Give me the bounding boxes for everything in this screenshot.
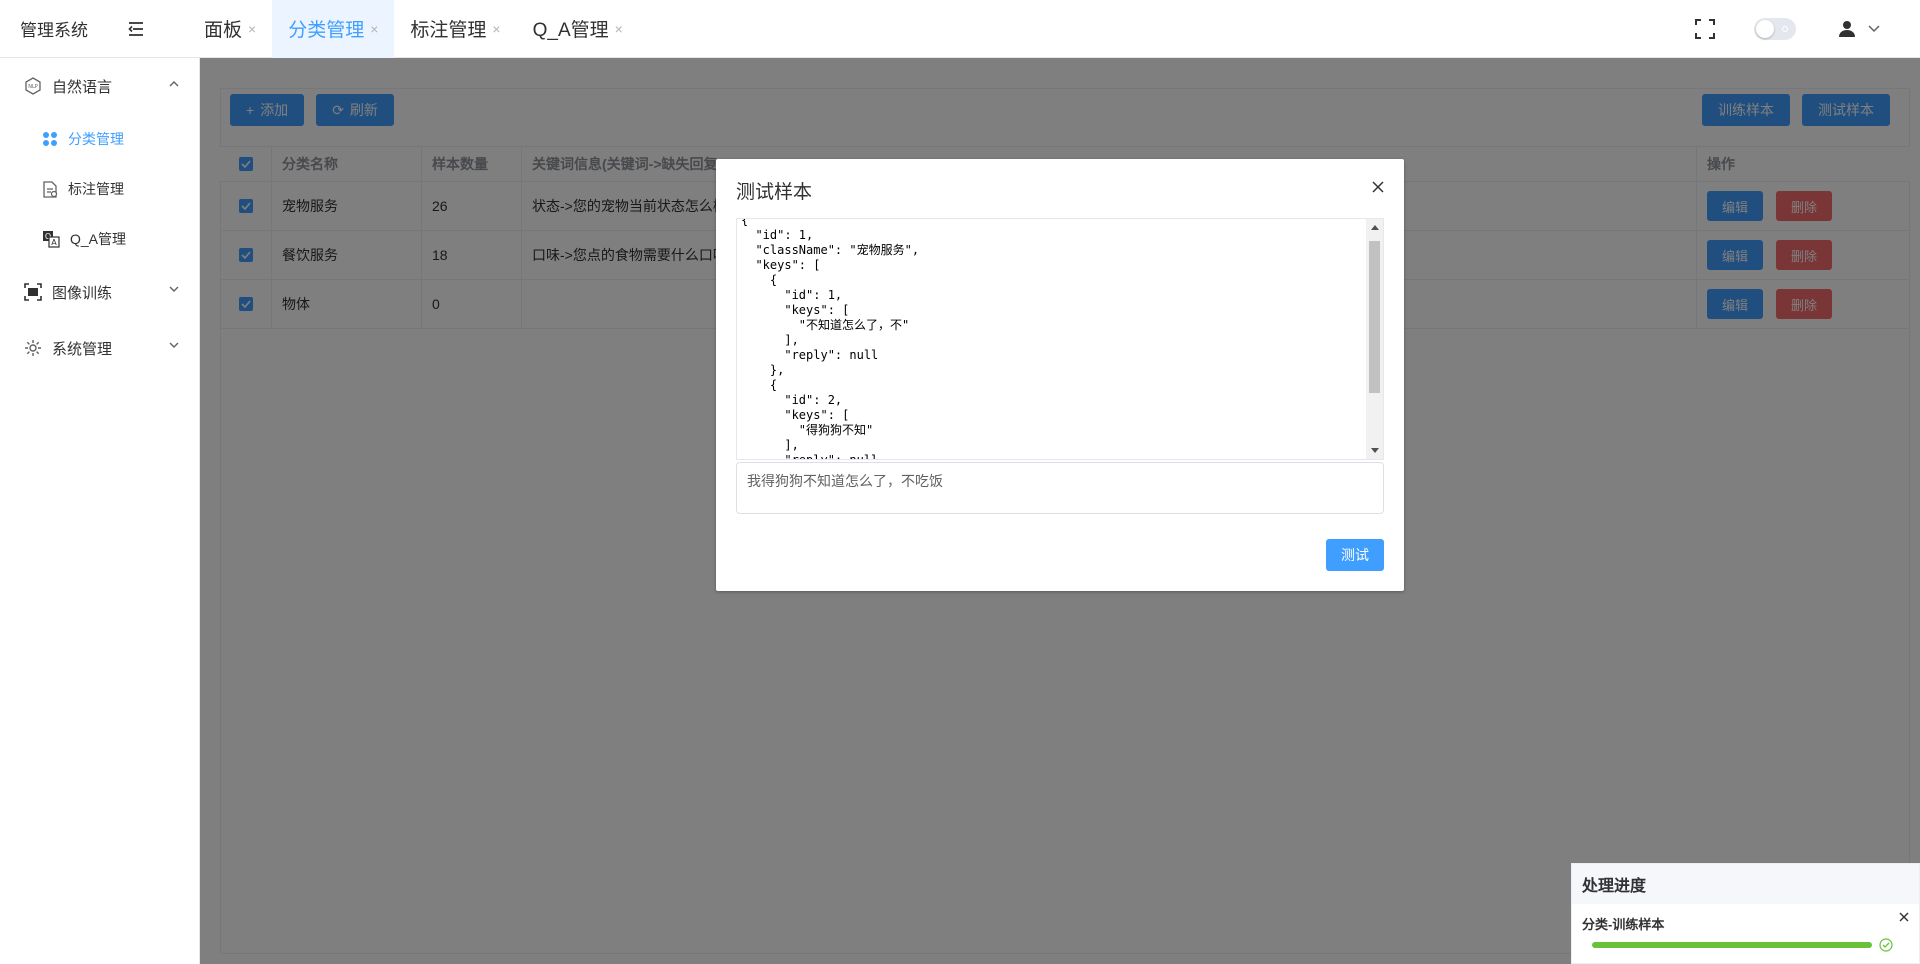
- sidebar-item-category-management[interactable]: 分类管理: [0, 114, 199, 164]
- sidebar-group-system-management[interactable]: 系统管理: [0, 320, 199, 376]
- sidebar-item-qa-management[interactable]: QA Q_A管理: [0, 214, 199, 264]
- close-icon[interactable]: ×: [370, 21, 378, 37]
- chevron-down-icon: [169, 286, 179, 292]
- sidebar-item-label: Q_A管理: [70, 231, 127, 247]
- scrollbar-thumb[interactable]: [1369, 241, 1380, 393]
- close-icon[interactable]: ×: [248, 21, 256, 37]
- close-icon[interactable]: ×: [492, 21, 500, 37]
- progress-bar: [1592, 942, 1872, 948]
- sidebar-group-label: 图像训练: [52, 284, 113, 302]
- progress-panel: 处理进度 分类-训练样本: [1571, 863, 1920, 964]
- progress-task-name: 分类-训练样本: [1582, 917, 1665, 932]
- close-icon[interactable]: [1372, 181, 1384, 193]
- fullscreen-icon[interactable]: [1694, 18, 1716, 40]
- moon-icon: [1782, 26, 1788, 32]
- app-title: 管理系统: [20, 21, 88, 40]
- close-icon[interactable]: ×: [615, 21, 623, 37]
- json-result-text: { "id": 1, "className": "宠物服务", "keys": …: [741, 218, 920, 460]
- success-check-icon: [1879, 938, 1893, 952]
- image-icon: [24, 283, 42, 301]
- tab-label: 标注管理: [410, 20, 487, 41]
- sidebar-item-label: 标注管理: [68, 181, 124, 197]
- svg-text:A: A: [51, 238, 57, 247]
- gear-icon: [25, 340, 41, 356]
- menu-collapse-icon[interactable]: [116, 0, 156, 58]
- sidebar-group-label: 系统管理: [52, 340, 113, 358]
- test-samples-dialog: 测试样本 { "id": 1, "className": "宠物服务", "ke…: [716, 159, 1404, 591]
- tab-dashboard[interactable]: 面板 ×: [188, 0, 272, 58]
- sidebar: NLP 自然语言 分类管理 标注管理 QA Q_A管理 图像训练 系统管理: [0, 58, 200, 964]
- test-button[interactable]: 测试: [1326, 539, 1384, 571]
- chevron-down-icon: [1868, 25, 1880, 33]
- nlp-icon: NLP: [25, 77, 41, 95]
- tab-label: 面板: [204, 20, 243, 41]
- progress-title: 处理进度: [1572, 864, 1919, 904]
- test-sentence-input[interactable]: 我得狗狗不知道怎么了，不吃饭: [736, 462, 1384, 514]
- sidebar-group-label: 自然语言: [52, 78, 113, 96]
- user-menu[interactable]: [1838, 20, 1880, 38]
- toggle-knob: [1756, 20, 1774, 38]
- theme-toggle[interactable]: [1754, 18, 1796, 40]
- user-icon: [1839, 21, 1855, 37]
- tab-qa-management[interactable]: Q_A管理 ×: [517, 0, 639, 58]
- document-icon: [43, 180, 58, 198]
- sidebar-item-label: 分类管理: [68, 131, 124, 147]
- dialog-title: 测试样本: [736, 182, 813, 203]
- tab-annotation-management[interactable]: 标注管理 ×: [394, 0, 516, 58]
- top-header: 管理系统 面板 × 分类管理 × 标注管理 × Q_A管理 ×: [0, 0, 1920, 58]
- chevron-up-icon: [169, 81, 179, 87]
- chevron-down-icon: [169, 342, 179, 348]
- sidebar-item-annotation-management[interactable]: 标注管理: [0, 164, 199, 214]
- progress-fill: [1592, 942, 1872, 948]
- sidebar-group-nlp[interactable]: NLP 自然语言: [0, 58, 199, 114]
- json-result-box[interactable]: { "id": 1, "className": "宠物服务", "keys": …: [736, 218, 1384, 460]
- scrollbar[interactable]: [1366, 219, 1383, 459]
- tab-label: Q_A管理: [532, 20, 609, 41]
- close-icon[interactable]: [1899, 912, 1909, 922]
- scroll-down-arrow-icon[interactable]: [1371, 448, 1379, 453]
- sidebar-group-image-training[interactable]: 图像训练: [0, 264, 199, 320]
- grid-icon: [43, 132, 57, 146]
- tab-category-management[interactable]: 分类管理 ×: [272, 0, 395, 58]
- svg-text:NLP: NLP: [28, 84, 38, 90]
- scroll-up-arrow-icon[interactable]: [1371, 225, 1379, 230]
- qa-icon: QA: [43, 231, 60, 248]
- tab-bar: 面板 × 分类管理 × 标注管理 × Q_A管理 ×: [188, 0, 639, 58]
- tab-label: 分类管理: [288, 20, 365, 41]
